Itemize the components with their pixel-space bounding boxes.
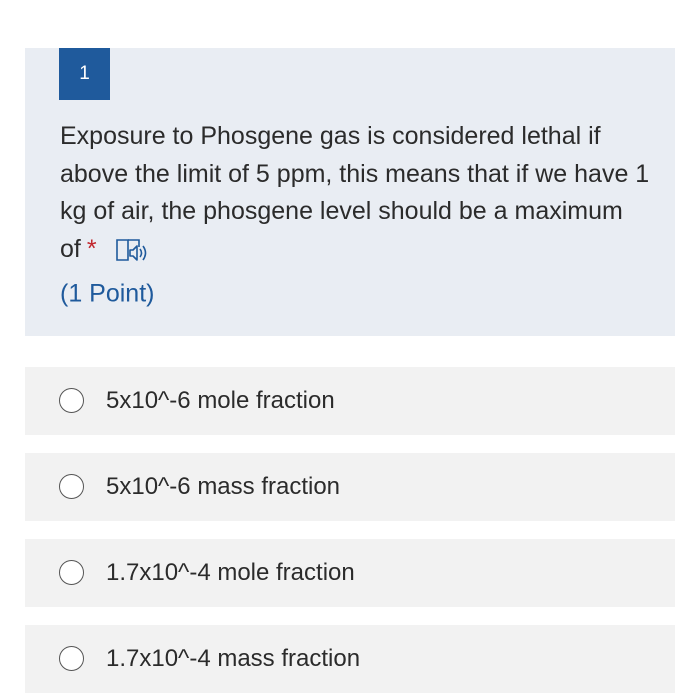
radio-button[interactable] [59, 560, 84, 585]
question-points: (1 Point) [60, 279, 155, 308]
radio-button[interactable] [59, 646, 84, 671]
answer-option-label: 1.7x10^-4 mole fraction [106, 559, 355, 586]
radio-button[interactable] [59, 388, 84, 413]
answer-option-label: 1.7x10^-4 mass fraction [106, 645, 361, 672]
answer-option-label: 5x10^-6 mole fraction [106, 387, 335, 414]
question-number-badge: 1 [59, 48, 110, 100]
radio-button[interactable] [59, 474, 84, 499]
answer-option[interactable]: 1.7x10^-4 mass fraction [25, 625, 675, 693]
required-marker: * [86, 234, 97, 263]
form-page: 1 Exposure to Phosgene gas is considered… [0, 0, 700, 700]
question-card: 1 Exposure to Phosgene gas is considered… [25, 48, 675, 336]
answer-option[interactable]: 1.7x10^-4 mole fraction [25, 539, 675, 607]
question-text-block: Exposure to Phosgene gas is considered l… [60, 118, 660, 268]
answer-option[interactable]: 5x10^-6 mole fraction [25, 367, 675, 435]
answer-option-label: 5x10^-6 mass fraction [106, 473, 341, 500]
immersive-reader-icon[interactable] [115, 237, 151, 263]
answer-option[interactable]: 5x10^-6 mass fraction [25, 453, 675, 521]
